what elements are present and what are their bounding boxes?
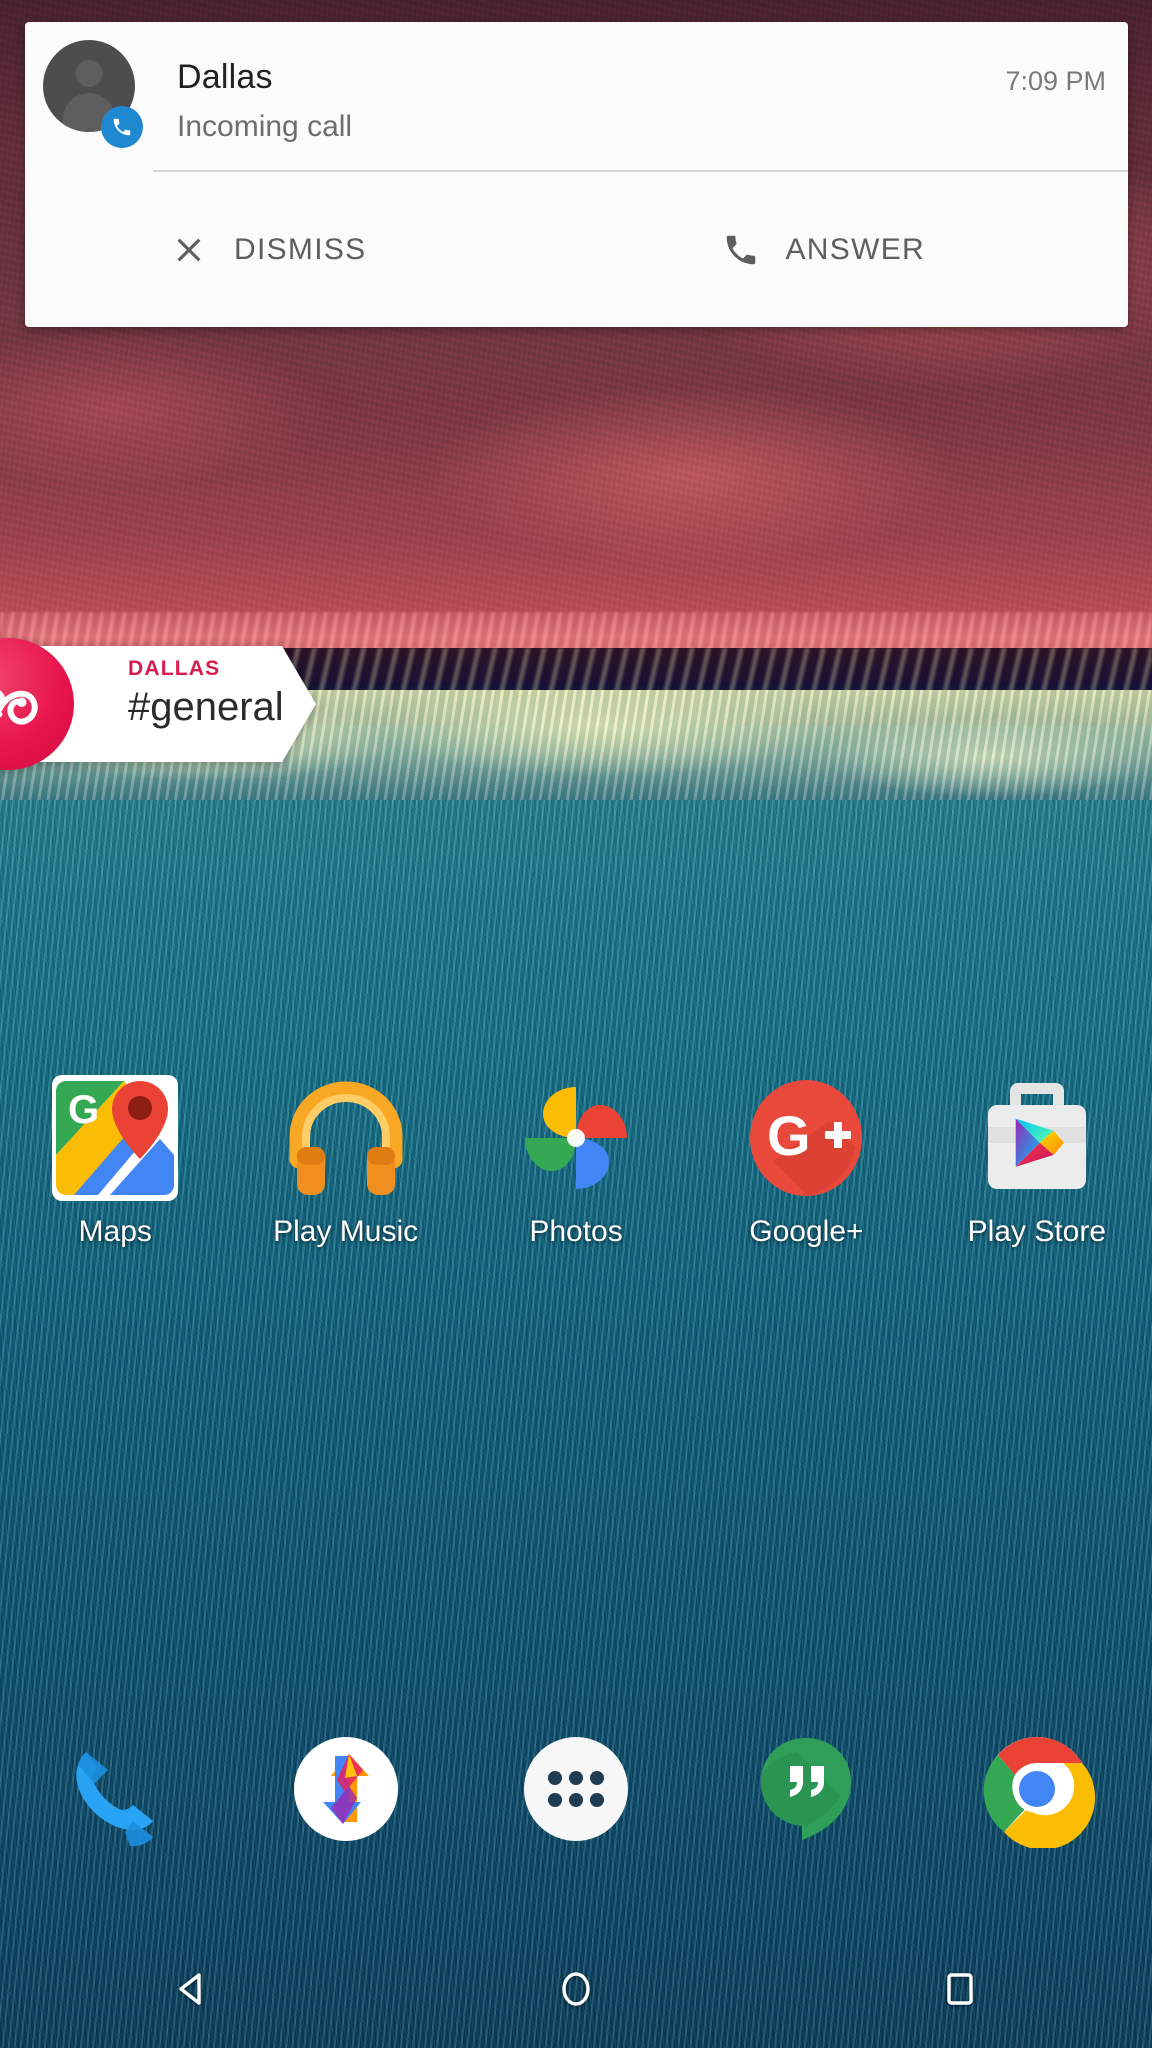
home-button[interactable] bbox=[384, 1967, 768, 2011]
app-drawer-icon bbox=[524, 1737, 629, 1841]
app-label-play-store: Play Store bbox=[967, 1215, 1107, 1248]
notification-header: Dallas Incoming call 7:09 PM bbox=[25, 22, 1128, 192]
app-icon-play-music[interactable]: Play Music bbox=[230, 1075, 460, 1249]
incoming-call-notification-card[interactable]: Dallas Incoming call 7:09 PM DISMISS ANS… bbox=[25, 22, 1128, 327]
dock-item-app-drawer[interactable] bbox=[461, 1730, 691, 1848]
arrows-exchange-icon bbox=[293, 1737, 398, 1841]
back-triangle-icon bbox=[179, 1973, 201, 2005]
hangouts-icon bbox=[761, 1738, 852, 1840]
dock-item-messaging[interactable] bbox=[230, 1730, 460, 1848]
caller-name: Dallas bbox=[177, 58, 273, 96]
app-grid: G Maps Play Music Photos G Google+ Play … bbox=[0, 1075, 1152, 1249]
google-photos-icon bbox=[513, 1075, 639, 1201]
avatar bbox=[43, 40, 157, 154]
close-x-icon bbox=[170, 231, 208, 269]
dock-item-hangouts[interactable] bbox=[691, 1730, 921, 1848]
call-status-text: Incoming call bbox=[177, 110, 353, 143]
app-label-play-music: Play Music bbox=[273, 1215, 419, 1248]
dock bbox=[0, 1730, 1152, 1848]
workspace-name: DALLAS bbox=[128, 657, 221, 680]
phone-icon bbox=[101, 106, 143, 148]
svg-text:G: G bbox=[68, 1088, 99, 1132]
navigation-bar bbox=[0, 1930, 1152, 2048]
android-home-screen: Dallas Incoming call 7:09 PM DISMISS ANS… bbox=[0, 0, 1152, 2048]
home-circle-icon bbox=[562, 1972, 590, 2006]
google-play-music-icon bbox=[283, 1075, 409, 1201]
notification-actions: DISMISS ANSWER bbox=[25, 172, 1128, 327]
app-label-photos: Photos bbox=[529, 1215, 623, 1248]
dock-item-chrome[interactable] bbox=[922, 1730, 1152, 1848]
google-play-store-icon bbox=[974, 1075, 1100, 1201]
channel-name: #general bbox=[128, 685, 284, 729]
dismiss-button[interactable]: DISMISS bbox=[25, 172, 577, 327]
google-maps-icon: G bbox=[52, 1075, 179, 1201]
channel-notification-badge[interactable]: DALLAS #general bbox=[0, 638, 316, 770]
app-icon-google-plus[interactable]: G Google+ bbox=[691, 1075, 921, 1249]
chrome-icon bbox=[983, 1737, 1095, 1848]
app-label-google-plus: Google+ bbox=[749, 1215, 864, 1248]
google-plus-icon: G bbox=[743, 1075, 869, 1201]
recents-button[interactable] bbox=[768, 1967, 1152, 2011]
dock-item-phone[interactable] bbox=[0, 1730, 230, 1848]
answer-button[interactable]: ANSWER bbox=[577, 172, 1129, 327]
app-icon-photos[interactable]: Photos bbox=[461, 1075, 691, 1249]
app-icon-maps[interactable]: G Maps bbox=[0, 1075, 230, 1249]
dismiss-label: DISMISS bbox=[234, 232, 367, 266]
wallpaper-ocean bbox=[0, 800, 1152, 2048]
phone-handset-icon bbox=[722, 231, 760, 269]
avatar-head-shape bbox=[75, 60, 103, 87]
svg-text:G: G bbox=[767, 1104, 811, 1167]
recents-square-icon bbox=[947, 1973, 973, 2005]
answer-label: ANSWER bbox=[785, 232, 925, 266]
phone-dialer-icon bbox=[76, 1752, 154, 1847]
back-button[interactable] bbox=[0, 1967, 384, 2011]
app-icon-play-store[interactable]: Play Store bbox=[922, 1075, 1152, 1249]
app-label-maps: Maps bbox=[78, 1215, 152, 1248]
notification-timestamp: 7:09 PM bbox=[1005, 66, 1106, 96]
